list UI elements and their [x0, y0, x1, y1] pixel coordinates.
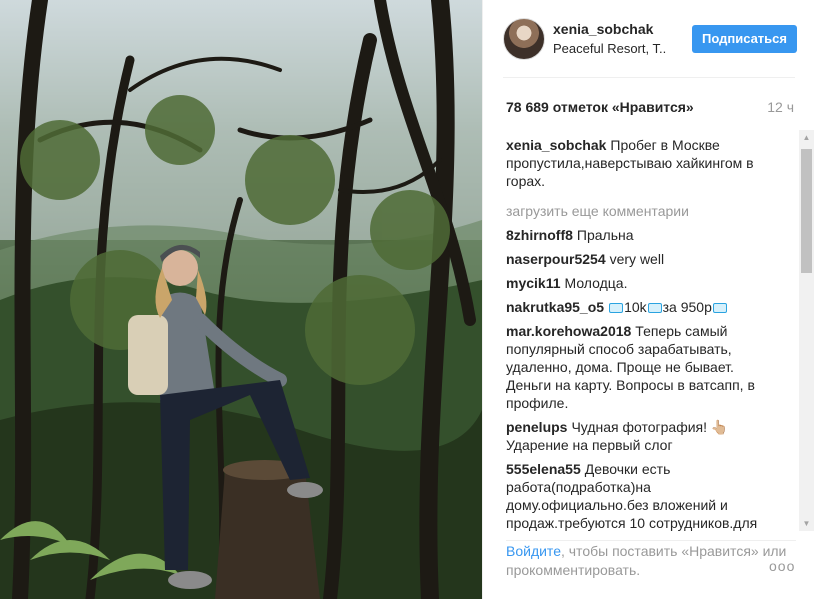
- likes-count[interactable]: 78 689 отметок «Нравится»: [506, 99, 694, 115]
- comment-username[interactable]: mycik11: [506, 275, 561, 291]
- list-item: nakrutka95_o5 10k за 950р: [506, 298, 764, 316]
- login-prompt: Войдите, чтобы поставить «Нравится» или …: [506, 540, 796, 580]
- post-stats: 78 689 отметок «Нравится» 12 ч: [506, 99, 794, 115]
- follow-button[interactable]: Подписаться: [691, 25, 797, 53]
- comment-text: very well: [609, 251, 665, 267]
- avatar[interactable]: [503, 18, 545, 60]
- photo-illustration: [0, 0, 482, 599]
- login-link[interactable]: Войдите: [506, 543, 561, 559]
- comment-username[interactable]: penelups: [506, 419, 567, 435]
- comment-username[interactable]: 8zhirnoff8: [506, 227, 573, 243]
- tv-emoji-icon: [647, 303, 662, 313]
- comments-scrollbar[interactable]: ▲ ▼: [799, 130, 814, 531]
- post-location[interactable]: Peaceful Resort, T..: [553, 40, 673, 58]
- scroll-down-arrow-icon[interactable]: ▼: [799, 516, 814, 531]
- list-item: 8zhirnoff8 Пральна: [506, 226, 764, 244]
- list-item: mycik11 Молодца.: [506, 274, 764, 292]
- comment-username[interactable]: naserpour5254: [506, 251, 606, 267]
- comments-list: xenia_sobchak Пробег в Москве пропустила,…: [506, 136, 764, 532]
- tv-emoji-icon: [712, 303, 727, 313]
- list-item: 555elena55 Девочки есть работа(подработка…: [506, 460, 764, 532]
- author-info: xenia_sobchak Peaceful Resort, T..: [553, 21, 692, 58]
- header-divider: [503, 77, 795, 78]
- caption: xenia_sobchak Пробег в Москве пропустила,…: [506, 136, 764, 190]
- list-item: penelups Чудная фотография! 👆🏼 Ударение н…: [506, 418, 764, 454]
- comment-text-part: за 950р: [662, 299, 712, 315]
- post-photo[interactable]: [0, 0, 482, 599]
- comment-username[interactable]: mar.korehowa2018: [506, 323, 631, 339]
- comment-username[interactable]: nakrutka95_o5: [506, 299, 604, 315]
- list-item: mar.korehowa2018 Теперь самый популярный …: [506, 322, 764, 412]
- load-more-comments[interactable]: загрузить еще комментарии: [506, 202, 764, 220]
- instagram-post: xenia_sobchak Peaceful Resort, T.. Подпи…: [0, 0, 814, 599]
- author-username[interactable]: xenia_sobchak: [553, 21, 692, 38]
- scrollbar-thumb[interactable]: [801, 149, 812, 273]
- comment-text-part: 10k: [624, 299, 647, 315]
- caption-username[interactable]: xenia_sobchak: [506, 137, 606, 153]
- tv-emoji-icon: [609, 303, 624, 313]
- more-options-icon[interactable]: ооо: [769, 558, 795, 574]
- scroll-up-arrow-icon[interactable]: ▲: [799, 130, 814, 145]
- comment-username[interactable]: 555elena55: [506, 461, 581, 477]
- post-header: xenia_sobchak Peaceful Resort, T.. Подпи…: [503, 14, 797, 64]
- post-time[interactable]: 12 ч: [767, 99, 794, 115]
- comment-text: Молодца.: [564, 275, 628, 291]
- list-item: naserpour5254 very well: [506, 250, 764, 268]
- comment-text: Пральна: [576, 227, 634, 243]
